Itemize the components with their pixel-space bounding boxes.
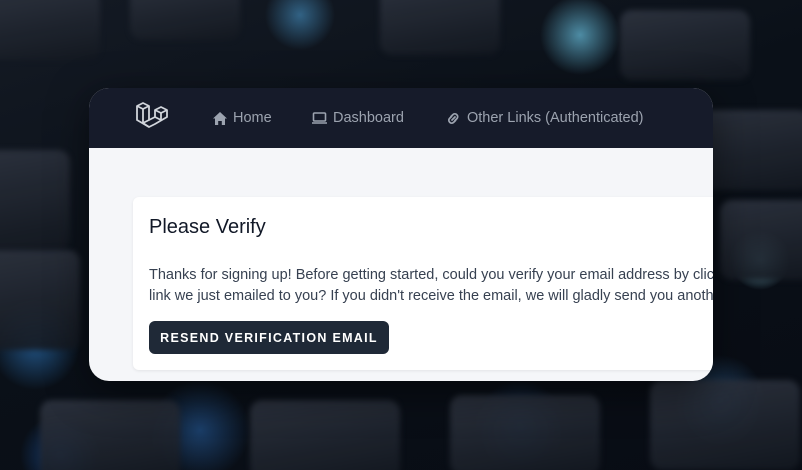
resend-verification-button[interactable]: RESEND VERIFICATION EMAIL — [149, 321, 389, 354]
nav-other-links-label: Other Links (Authenticated) — [467, 110, 644, 126]
verify-title: Please Verify — [149, 216, 266, 238]
link-icon — [445, 111, 462, 126]
nav-home-link[interactable]: Home — [212, 88, 272, 148]
nav-home-label: Home — [233, 110, 272, 126]
laptop-icon — [311, 111, 328, 125]
nav-dashboard-link[interactable]: Dashboard — [311, 88, 404, 148]
app-window: Home Dashboard Other Links (Authenticate… — [89, 88, 713, 381]
verify-message: Thanks for signing up! Before getting st… — [149, 267, 713, 304]
home-icon — [212, 111, 228, 126]
laravel-logo-icon[interactable] — [135, 100, 169, 134]
top-navbar: Home Dashboard Other Links (Authenticate… — [89, 88, 713, 148]
verify-card: Please Verify Thanks for signing up! Bef… — [133, 197, 713, 370]
nav-dashboard-label: Dashboard — [333, 110, 404, 126]
nav-other-links-link[interactable]: Other Links (Authenticated) — [445, 88, 644, 148]
